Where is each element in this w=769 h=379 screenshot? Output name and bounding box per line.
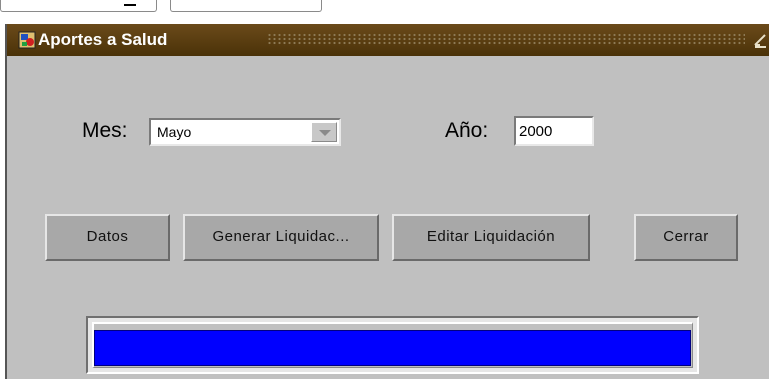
- mes-label: Mes:: [82, 119, 128, 142]
- window-title: Aportes a Salud: [38, 30, 168, 49]
- window-titlebar[interactable]: Aportes a Salud: [7, 24, 769, 56]
- editar-liquidacion-button[interactable]: Editar Liquidación: [392, 214, 590, 261]
- datos-button[interactable]: Datos: [45, 214, 170, 261]
- titlebar-pattern: [267, 33, 745, 46]
- ano-label: Año:: [445, 119, 489, 142]
- background-form-strip: [0, 0, 769, 20]
- mes-dropdown-button[interactable]: [311, 122, 337, 142]
- mes-select[interactable]: Mayo: [149, 118, 341, 146]
- background-field-1: [0, 0, 157, 12]
- cerrar-button[interactable]: Cerrar: [634, 214, 738, 261]
- progress-fill: [94, 330, 691, 366]
- minimize-icon[interactable]: [753, 32, 767, 48]
- background-field-2: [170, 0, 322, 12]
- ano-input[interactable]: 2000: [514, 116, 594, 146]
- app-icon[interactable]: [18, 31, 36, 49]
- generar-liquidacion-button[interactable]: Generar Liquidac...: [183, 214, 379, 261]
- aportes-window: Aportes a Salud Mes: Mayo Año: 2000 Dato…: [5, 24, 769, 379]
- progress-bar: [86, 316, 699, 374]
- chevron-down-icon: [319, 130, 331, 136]
- mes-value: Mayo: [157, 124, 192, 140]
